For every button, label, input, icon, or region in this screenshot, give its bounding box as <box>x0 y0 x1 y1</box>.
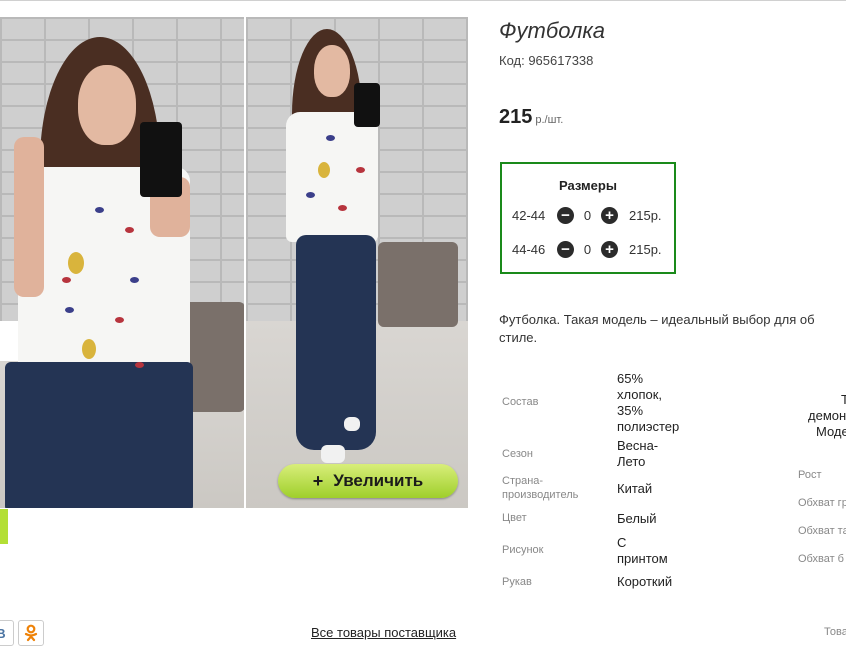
print-dot <box>82 339 96 359</box>
supplier-products-link[interactable]: Все товары поставщика <box>311 625 456 640</box>
spec-value-composition: 65% хлопок, 35% полиэстер <box>617 371 679 435</box>
size-row: 44-46 − 0 + 215р. <box>512 239 674 259</box>
model-label-hips: Обхват б <box>798 553 844 565</box>
print-dot <box>125 227 134 233</box>
spec-value-line: Весна- <box>617 438 659 453</box>
spec-label-season: Сезон <box>502 448 533 460</box>
size-price: 215р. <box>629 207 662 223</box>
shoe <box>321 445 345 463</box>
spec-value-line: Лето <box>617 454 646 469</box>
sizes-panel: Размеры 42-44 − 0 + 215р. 44-46 − 0 + 21… <box>500 162 676 274</box>
print-dot <box>306 192 315 198</box>
minus-circle-icon[interactable]: − <box>557 206 574 224</box>
print-dot <box>130 277 139 283</box>
print-dot <box>318 162 330 178</box>
print-dot <box>135 362 144 368</box>
print-dot <box>68 252 84 274</box>
spec-value-line: полиэстер <box>617 419 680 434</box>
photo-scene <box>0 17 244 508</box>
model-label-height: Рост <box>798 469 822 481</box>
shoe <box>344 417 360 431</box>
spec-value-season: Весна- Лето <box>617 438 658 470</box>
model-info-text: Т демон Моде <box>808 392 846 440</box>
phone <box>354 83 380 127</box>
print-dot <box>65 307 74 313</box>
spec-label-color: Цвет <box>502 512 527 524</box>
top-border <box>0 0 846 1</box>
spec-label-line: производитель <box>502 489 579 501</box>
zoom-button[interactable]: + Увеличить <box>278 464 458 498</box>
description-line: стиле. <box>499 330 538 345</box>
pouf <box>378 242 458 327</box>
sizes-title: Размеры <box>559 178 617 193</box>
other-products-label[interactable]: Това <box>824 626 846 638</box>
gallery-thumbnail-strip[interactable] <box>0 509 8 544</box>
photo-scene <box>246 17 468 508</box>
size-label: 42-44 <box>512 207 546 223</box>
model-label-chest: Обхват гр <box>798 497 846 509</box>
t-shirt <box>286 112 378 242</box>
jeans <box>296 235 376 450</box>
spec-value-line: хлопок, <box>617 387 663 402</box>
model-info-line: Т <box>841 392 846 407</box>
jeans <box>5 362 193 508</box>
odnoklassniki-share-icon[interactable] <box>18 620 44 646</box>
spec-label-line: Страна- <box>502 475 544 487</box>
odnoklassniki-logo-icon <box>24 624 38 642</box>
print-dot <box>338 205 347 211</box>
vk-share-icon[interactable]: В <box>0 620 14 646</box>
size-row: 42-44 − 0 + 215р. <box>512 205 674 225</box>
face <box>78 65 136 145</box>
description-line: Футболка. Такая модель – идеальный выбор… <box>499 312 815 327</box>
print-dot <box>115 317 124 323</box>
model-info-line: демон <box>808 408 846 423</box>
spec-label-pattern: Рисунок <box>502 544 544 556</box>
product-code: Код: 965617338 <box>499 53 594 68</box>
print-dot <box>356 167 365 173</box>
print-dot <box>95 207 104 213</box>
phone <box>140 122 182 197</box>
zoom-label: Увеличить <box>333 471 424 490</box>
spec-label-sleeve: Рукав <box>502 576 532 588</box>
model-label-waist: Обхват та <box>798 525 846 537</box>
plus-circle-icon[interactable]: + <box>601 240 618 258</box>
spec-value-country: Китай <box>617 481 653 496</box>
product-photo-main[interactable] <box>0 17 244 508</box>
print-dot <box>62 277 71 283</box>
product-price: 215 р./шт. <box>499 106 563 129</box>
spec-value-line: С <box>617 535 627 550</box>
print-dot <box>326 135 335 141</box>
minus-circle-icon[interactable]: − <box>557 240 574 258</box>
spec-value-color: Белый <box>617 511 657 526</box>
spec-value-line: 35% <box>617 403 644 418</box>
price-unit: р./шт. <box>535 114 564 126</box>
plus-circle-icon[interactable]: + <box>601 206 618 224</box>
spec-value-pattern: С принтом <box>617 535 668 567</box>
price-value: 215 <box>499 106 533 128</box>
product-title: Футболка <box>499 18 605 43</box>
arm <box>14 137 44 297</box>
plus-icon: + <box>312 470 324 491</box>
model-info-line: Моде <box>816 424 846 439</box>
spec-value-line: 65% <box>617 371 644 386</box>
quantity-value: 0 <box>583 207 592 223</box>
face <box>314 45 350 97</box>
spec-label-composition: Состав <box>502 396 539 408</box>
size-price: 215р. <box>629 241 662 257</box>
size-label: 44-46 <box>512 241 546 257</box>
spec-value-sleeve: Короткий <box>617 574 673 589</box>
quantity-value: 0 <box>583 241 592 257</box>
spec-value-line: принтом <box>617 551 668 566</box>
product-photo-second[interactable] <box>246 17 468 508</box>
product-description: Футболка. Такая модель – идеальный выбор… <box>499 311 846 347</box>
spec-label-country: Страна- производитель <box>502 474 578 502</box>
